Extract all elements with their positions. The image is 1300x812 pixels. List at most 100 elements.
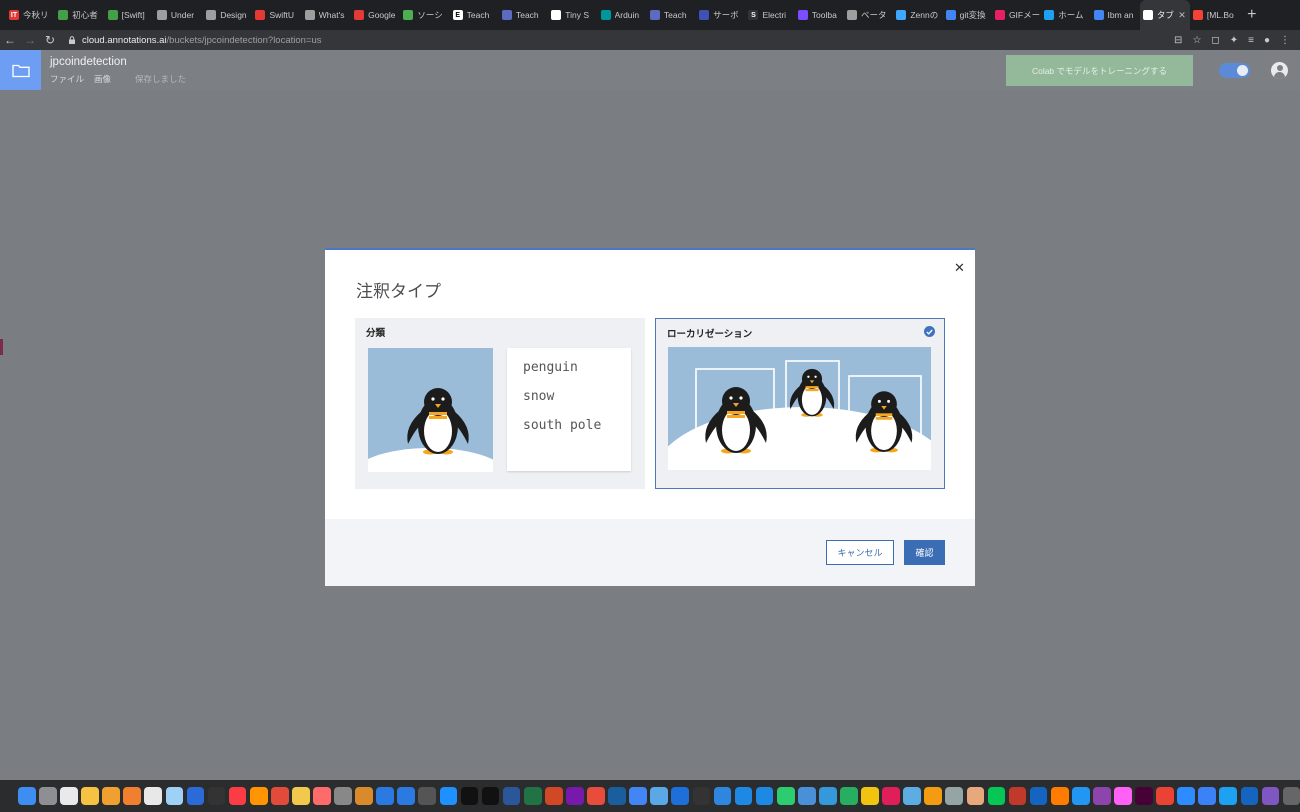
browser-tab[interactable]: Google (351, 0, 400, 30)
kebab-menu-icon[interactable]: ⋮ (1280, 35, 1290, 46)
browser-tab[interactable]: What's (302, 0, 351, 30)
dock-app-icon[interactable] (671, 787, 690, 805)
dock-app-icon[interactable] (755, 787, 774, 805)
dock-app-icon[interactable] (39, 787, 57, 805)
dock-app-icon[interactable] (123, 787, 142, 805)
dock-app-icon[interactable] (987, 787, 1006, 805)
menu-file[interactable]: ファイル (50, 73, 84, 85)
browser-tab[interactable]: ホーム (1041, 0, 1090, 30)
extension-square-icon[interactable]: ◻ (1211, 35, 1219, 46)
dock-app-icon[interactable] (18, 787, 36, 805)
close-tab-icon[interactable]: ✕ (1178, 10, 1186, 21)
dock-app-icon[interactable] (502, 787, 521, 805)
close-icon[interactable]: ✕ (954, 260, 965, 276)
new-tab-icon[interactable]: + (1239, 6, 1256, 24)
browser-tab[interactable]: Tiny S (548, 0, 597, 30)
dock-app-icon[interactable] (376, 787, 395, 805)
dock-app-icon[interactable] (397, 787, 416, 805)
browser-tab[interactable]: 初心者 (55, 0, 104, 30)
dock-app-icon[interactable] (313, 787, 331, 805)
dock-app-icon[interactable] (102, 787, 120, 805)
dock-app-icon[interactable] (629, 787, 647, 805)
dock-app-icon[interactable] (1050, 787, 1069, 805)
browser-tab[interactable]: タブ ✕ (1139, 0, 1190, 30)
browser-tab[interactable]: Design (203, 0, 252, 30)
browser-tab[interactable]: GIFメー (992, 0, 1041, 30)
profile-icon[interactable]: ● (1264, 35, 1270, 46)
menu-image[interactable]: 画像 (94, 73, 111, 85)
dock-app-icon[interactable] (650, 787, 669, 805)
dock-app-icon[interactable] (776, 787, 795, 805)
browser-tab[interactable]: Toolba (795, 0, 844, 30)
reload-icon[interactable]: ↻ (40, 33, 60, 47)
dock-app-icon[interactable] (924, 787, 943, 805)
browser-tab[interactable]: ソーシ (400, 0, 449, 30)
dock-app-icon[interactable] (544, 787, 563, 805)
playlist-icon[interactable]: ≡ (1248, 35, 1254, 46)
browser-tab[interactable]: [ML.Bo (1190, 0, 1239, 30)
dock-app-icon[interactable] (734, 787, 753, 805)
browser-tab[interactable]: E Teach (450, 0, 499, 30)
option-localization[interactable]: ローカリゼーション (655, 318, 945, 489)
browser-tab[interactable]: IT 今秋リ (6, 0, 55, 30)
dock-app-icon[interactable] (1198, 787, 1217, 805)
dock-app-icon[interactable] (1092, 787, 1111, 805)
dock-app-icon[interactable] (861, 787, 879, 805)
url-field[interactable]: cloud.annotations.ai/buckets/jpcoindetec… (68, 35, 322, 46)
browser-tab[interactable]: ベータ (844, 0, 893, 30)
dock-app-icon[interactable] (523, 787, 542, 805)
dock-app-icon[interactable] (292, 787, 310, 805)
dock-app-icon[interactable] (1029, 787, 1048, 805)
browser-tab[interactable]: サーボ (696, 0, 745, 30)
dock-app-icon[interactable] (144, 787, 163, 805)
browser-tab[interactable]: Teach (499, 0, 548, 30)
browser-tab[interactable]: Under (154, 0, 203, 30)
dock-app-icon[interactable] (797, 787, 816, 805)
dock-app-icon[interactable] (355, 787, 373, 805)
dock-app-icon[interactable] (1114, 787, 1132, 805)
dock-app-icon[interactable] (1282, 787, 1300, 805)
dock-app-icon[interactable] (186, 787, 205, 805)
dock-app-icon[interactable] (713, 787, 732, 805)
dock-app-icon[interactable] (439, 787, 458, 805)
dock-app-icon[interactable] (1261, 787, 1280, 805)
confirm-button[interactable]: 確認 (904, 540, 945, 565)
option-classification[interactable]: 分類 penguin snow south pole (355, 318, 645, 489)
browser-tab[interactable]: git変換 (943, 0, 992, 30)
dock-app-icon[interactable] (60, 787, 78, 805)
browser-tab[interactable]: Teach (647, 0, 696, 30)
dock-app-icon[interactable] (270, 787, 289, 805)
dock-app-icon[interactable] (1071, 787, 1090, 805)
translate-icon[interactable]: ⊟ (1174, 35, 1182, 46)
colab-train-button[interactable]: Colab でモデルをトレーニングする (1006, 55, 1193, 86)
browser-tab[interactable]: Zennの (893, 0, 942, 30)
back-icon[interactable]: ← (0, 33, 20, 47)
dock-app-icon[interactable] (460, 787, 479, 805)
dock-app-icon[interactable] (587, 787, 605, 805)
dock-app-icon[interactable] (1240, 787, 1259, 805)
dock-app-icon[interactable] (966, 787, 985, 805)
dock-app-icon[interactable] (481, 787, 500, 805)
dock-app-icon[interactable] (1156, 787, 1174, 805)
dock-app-icon[interactable] (81, 787, 99, 805)
dock-app-icon[interactable] (334, 787, 352, 805)
dock-app-icon[interactable] (249, 787, 268, 805)
cancel-button[interactable]: キャンセル (826, 540, 894, 565)
dock-app-icon[interactable] (818, 787, 837, 805)
forward-icon[interactable]: → (20, 33, 40, 47)
browser-tab[interactable]: Ibm an (1091, 0, 1140, 30)
dock-app-icon[interactable] (1135, 787, 1153, 805)
dock-app-icon[interactable] (207, 787, 226, 805)
dock-app-icon[interactable] (566, 787, 584, 805)
dock-app-icon[interactable] (1177, 787, 1195, 805)
star-icon[interactable]: ☆ (1192, 35, 1201, 46)
browser-tab[interactable]: Arduin (598, 0, 647, 30)
dock-app-icon[interactable] (608, 787, 626, 805)
dock-app-icon[interactable] (418, 787, 437, 805)
folder-button[interactable] (0, 50, 41, 90)
dock-app-icon[interactable] (692, 787, 711, 805)
dock-app-icon[interactable] (1008, 787, 1027, 805)
browser-tab[interactable]: [Swift] (105, 0, 154, 30)
browser-tab[interactable]: SwiftU (252, 0, 301, 30)
dock-app-icon[interactable] (903, 787, 921, 805)
